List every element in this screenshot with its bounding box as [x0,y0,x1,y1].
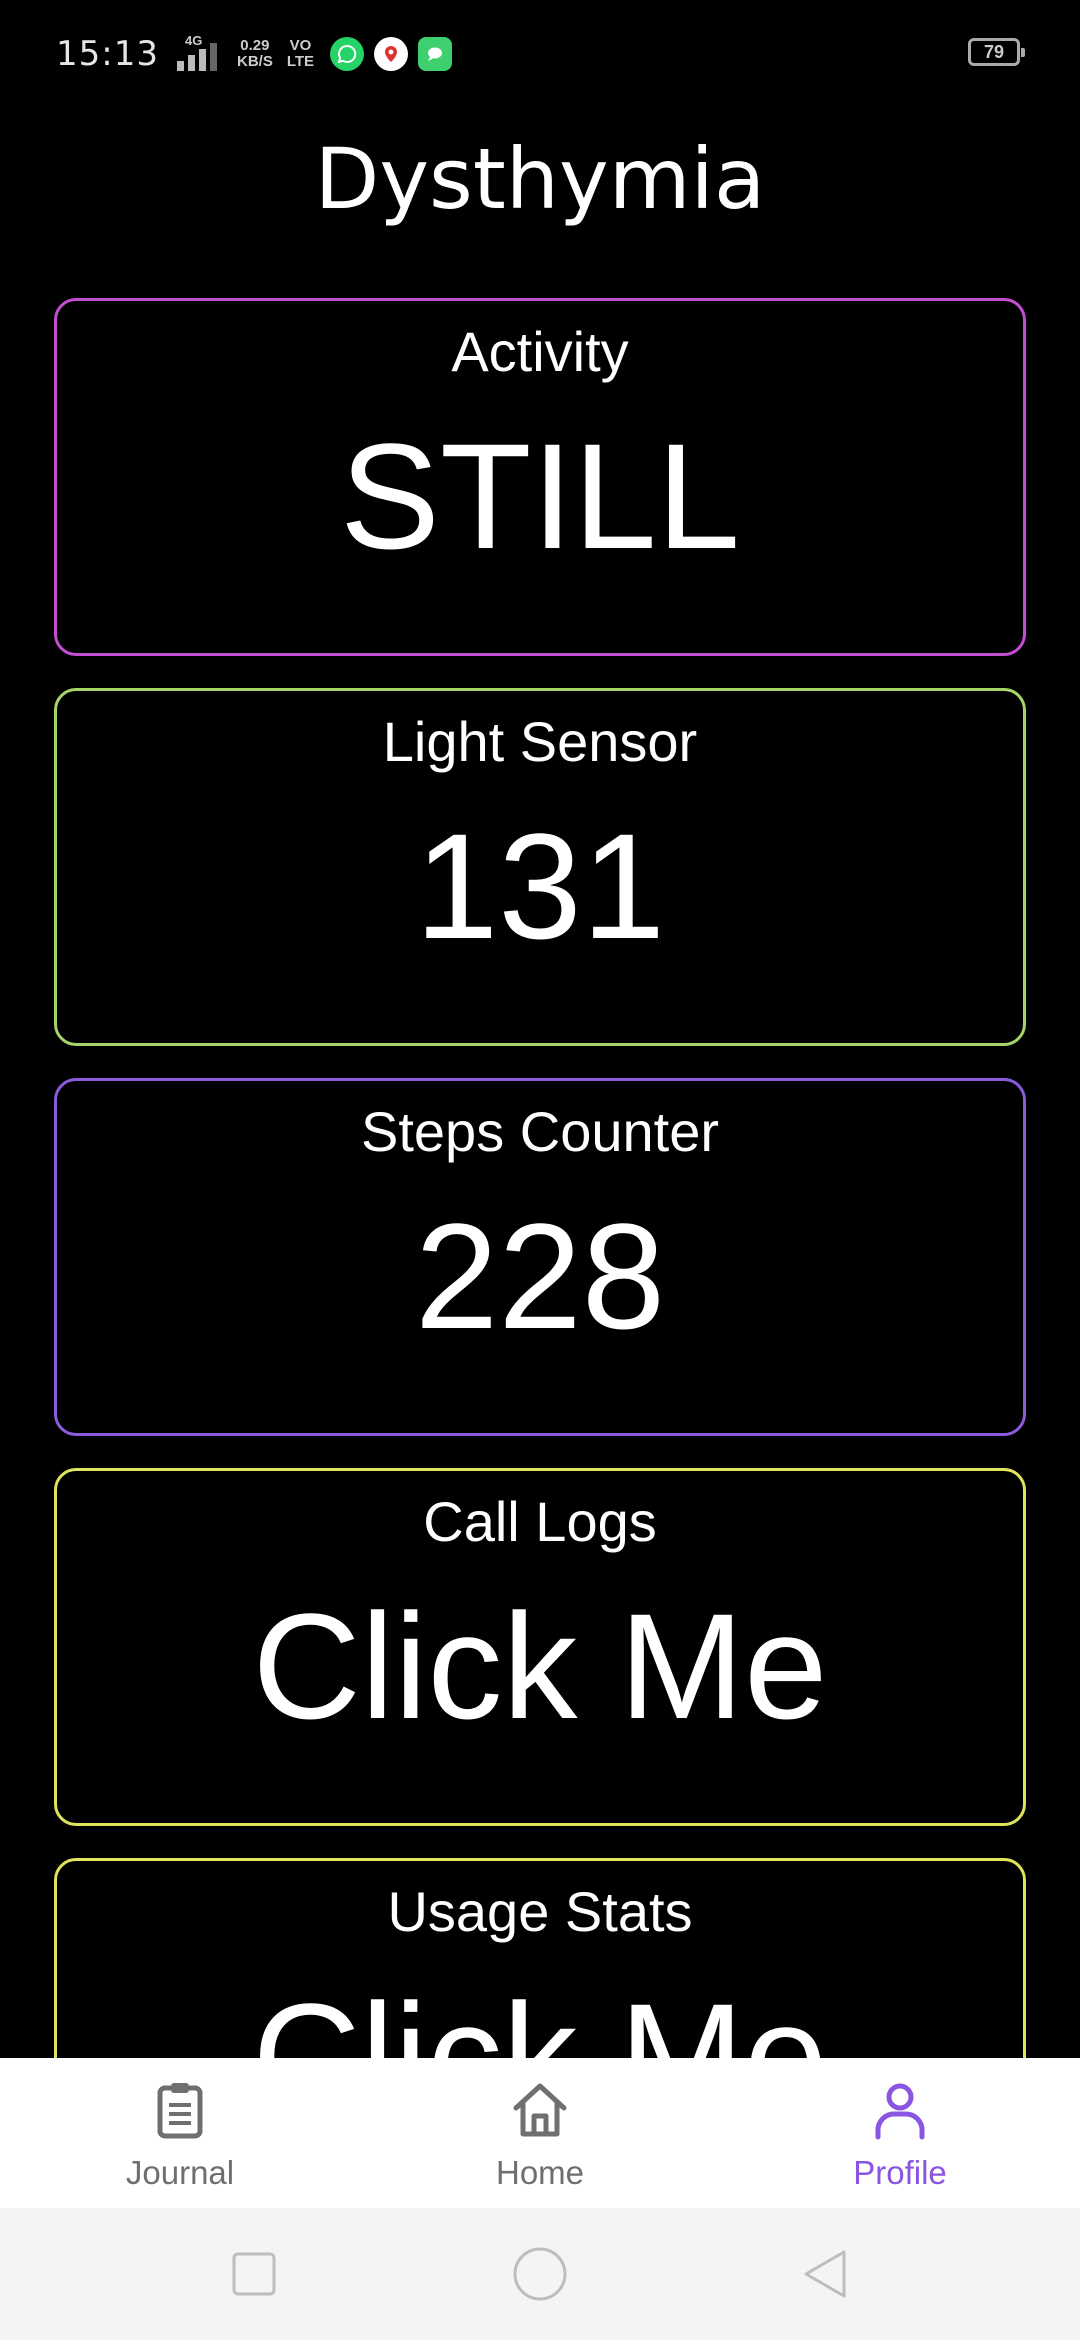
back-triangle-icon[interactable] [798,2246,854,2302]
call-logs-click-me-button[interactable]: Click Me [57,1591,1023,1741]
call-logs-card[interactable]: Call Logs Click Me [54,1468,1026,1826]
battery-icon: 79 [968,38,1025,66]
activity-card[interactable]: Activity STILL [54,298,1026,656]
location-app-icon [374,37,409,71]
volte-bottom: LTE [286,53,315,70]
network-speed: 0.29 KB/S [237,38,273,70]
home-circle-icon[interactable] [512,2246,568,2302]
card-value: 228 [414,1192,666,1360]
nav-item-profile[interactable]: Profile [720,2058,1080,2208]
home-icon [513,2083,567,2137]
battery-level: 79 [983,41,1005,62]
status-time: 15:13 [56,34,159,74]
steps-counter-card[interactable]: Steps Counter 228 [54,1078,1026,1436]
page-title: Dysthymia [314,130,766,228]
status-bar: 15:13 4G 0.29 KB/S VO LTE 79 [0,0,1080,108]
card-label: Light Sensor [382,710,698,773]
card-label: Steps Counter [361,1100,719,1163]
bottom-navigation: Journal Home Profile [0,2058,1080,2208]
card-label: Activity [451,320,629,383]
signal-icon: 4G [176,33,221,71]
network-speed-unit: KB/S [236,53,273,70]
network-speed-value: 0.29 [240,37,270,54]
card-value: 131 [414,802,666,970]
person-icon [875,2083,925,2140]
message-app-icon [418,37,453,71]
whatsapp-icon [330,37,365,71]
card-label: Call Logs [423,1490,657,1553]
card-value: STILL [339,412,741,580]
light-sensor-card[interactable]: Light Sensor 131 [54,688,1026,1046]
card-label: Usage Stats [387,1880,693,1943]
nav-label-journal: Journal [125,2154,235,2191]
nav-item-journal[interactable]: Journal [0,2058,360,2208]
network-type: 4G [184,33,203,48]
nav-label-profile: Profile [853,2154,947,2191]
nav-label-home: Home [495,2154,585,2191]
volte-indicator: VO LTE [287,38,314,70]
system-navigation-bar [0,2208,1080,2340]
recents-square-icon[interactable] [226,2246,282,2302]
nav-item-home[interactable]: Home [360,2058,720,2208]
clipboard-icon [157,2083,203,2139]
volte-top: VO [289,37,312,54]
